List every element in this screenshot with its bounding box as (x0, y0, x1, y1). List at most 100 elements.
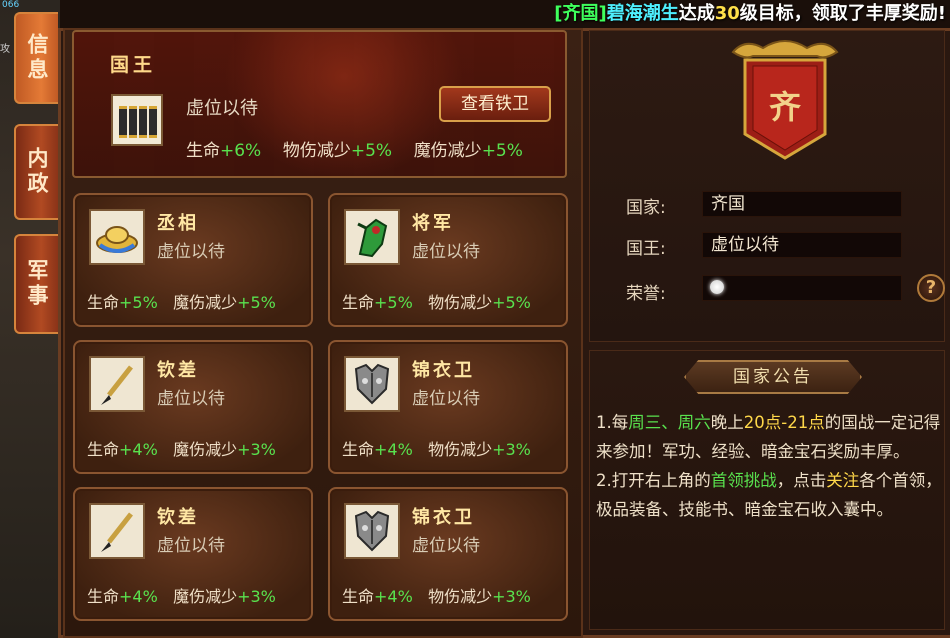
view-guards-button[interactable]: 查看铁卫 (439, 86, 551, 122)
stat-value: +6% (220, 141, 262, 161)
officer-vacant: 虚位以待 (157, 389, 225, 409)
honor-dot-icon (710, 280, 724, 294)
notice-link[interactable]: 首领挑战 (711, 471, 777, 490)
king-card: 国王 虚位以待 生命+6% 物伤减少+5% 魔伤减少+5% 查看铁卫 (72, 30, 567, 178)
officer-stats: 生命+5% 魔伤减少+5% (87, 289, 276, 313)
officer-stats: 生命+4% 物伤减少+3% (342, 436, 531, 460)
stat-value: +3% (492, 587, 531, 606)
stat-value: +5% (119, 293, 158, 312)
stat-label: 生命 (342, 587, 375, 606)
notice-text: 1.每周三、周六晚上20点-21点的国战一定记得来参加！军功、经验、暗金宝石奖励… (596, 408, 944, 524)
notice-title: 国家公告 (684, 360, 862, 394)
officer-card-general[interactable]: 将军 虚位以待 生命+5% 物伤减少+5% (328, 193, 568, 327)
king-vacant: 虚位以待 (186, 98, 258, 119)
notice-text-span: 1.每 (596, 413, 629, 432)
stat-value: +3% (492, 440, 531, 459)
officer-vacant: 虚位以待 (157, 536, 225, 556)
officer-vacant: 虚位以待 (412, 536, 480, 556)
officer-card-chancellor[interactable]: 丞相 虚位以待 生命+5% 魔伤减少+5% (73, 193, 313, 327)
broadcast-player[interactable]: 碧海潮生 (607, 3, 679, 24)
stat-value: +5% (481, 141, 523, 161)
help-icon[interactable]: ? (917, 274, 945, 302)
stat-value: +4% (119, 587, 158, 606)
stat-value: +4% (374, 587, 413, 606)
nation-banner-icon: 齐 (725, 38, 845, 162)
notice-text-span: ，点击 (776, 471, 827, 490)
stat-value: +5% (492, 293, 531, 312)
officer-name: 钦差 (157, 507, 199, 528)
officer-vacant: 虚位以待 (412, 389, 480, 409)
officer-name: 锦衣卫 (412, 360, 475, 381)
country-label: 国家: (626, 198, 666, 218)
stat-label: 物伤减少 (282, 141, 351, 161)
notice-highlight: 关注 (826, 471, 860, 490)
stat-label: 生命 (87, 293, 120, 312)
stat-value: +4% (119, 440, 158, 459)
country-value: 齐国 (702, 191, 902, 217)
officer-name: 丞相 (157, 213, 199, 234)
system-broadcast: [齐国]碧海潮生达成30级目标，领取了丰厚奖励! (554, 0, 946, 30)
notice-text-span: 2.打开右上角的 (596, 471, 711, 490)
stat-label: 生命 (186, 141, 220, 161)
stat-value: +3% (237, 587, 276, 606)
officer-stats: 生命+4% 魔伤减少+3% (87, 583, 276, 607)
gold-ingot-icon (89, 209, 145, 265)
officer-card-guard[interactable]: 锦衣卫 虚位以待 生命+4% 物伤减少+3% (328, 340, 568, 474)
stat-value: +5% (374, 293, 413, 312)
stat-label: 物伤减少 (428, 440, 493, 459)
stat-value: +4% (374, 440, 413, 459)
stat-label: 生命 (87, 440, 120, 459)
notice-paragraph-1: 1.每周三、周六晚上20点-21点的国战一定记得来参加！军功、经验、暗金宝石奖励… (596, 408, 944, 466)
officer-name: 锦衣卫 (412, 507, 475, 528)
stat-label: 魔伤减少 (173, 440, 238, 459)
tab-info[interactable]: 信息 (14, 12, 58, 104)
corner-text: 066 (2, 0, 20, 10)
stat-label: 魔伤减少 (173, 293, 238, 312)
nation-banner-char: 齐 (768, 88, 801, 126)
honor-value (702, 275, 902, 301)
stat-label: 生命 (342, 440, 375, 459)
green-gauntlet-icon (344, 209, 400, 265)
broadcast-level: 30 (714, 3, 740, 24)
notice-highlight: 周三、周六 (628, 413, 711, 432)
officer-vacant: 虚位以待 (157, 242, 225, 262)
honor-label: 荣誉: (626, 284, 666, 304)
king-title: 国王 (110, 54, 157, 76)
armor-icon (344, 356, 400, 412)
officer-stats: 生命+4% 物伤减少+3% (342, 583, 531, 607)
officer-stats: 生命+5% 物伤减少+5% (342, 289, 531, 313)
corner-text-2: 攻 (0, 44, 10, 55)
stat-label: 魔伤减少 (173, 587, 238, 606)
officer-name: 将军 (412, 213, 454, 234)
king-value: 虚位以待 (702, 232, 902, 258)
broadcast-text: 级目标，领取了丰厚奖励! (739, 3, 946, 24)
stat-value: +3% (237, 440, 276, 459)
stat-value: +5% (350, 141, 393, 161)
stat-label: 物伤减少 (428, 293, 493, 312)
brush-icon (89, 503, 145, 559)
notice-text-span: 晚上 (710, 413, 744, 432)
broadcast-country: 齐国 (562, 3, 599, 24)
officer-card-envoy[interactable]: 钦差 虚位以待 生命+4% 魔伤减少+3% (73, 487, 313, 621)
tab-internal-affairs[interactable]: 内政 (14, 124, 58, 220)
stat-value: +5% (237, 293, 276, 312)
stat-label: 生命 (342, 293, 375, 312)
officer-stats: 生命+4% 魔伤减少+3% (87, 436, 276, 460)
broadcast-text: 达成 (678, 3, 715, 24)
officer-card-envoy[interactable]: 钦差 虚位以待 生命+4% 魔伤减少+3% (73, 340, 313, 474)
king-label: 国王: (626, 239, 666, 259)
brush-icon (89, 356, 145, 412)
armor-icon (344, 503, 400, 559)
notice-paragraph-2: 2.打开右上角的首领挑战，点击关注各个首领，极品装备、技能书、暗金宝石收入囊中。 (596, 466, 944, 524)
officer-card-guard[interactable]: 锦衣卫 虚位以待 生命+4% 物伤减少+3% (328, 487, 568, 621)
notice-highlight: 20点-21点 (743, 413, 825, 432)
officer-vacant: 虚位以待 (412, 242, 480, 262)
stat-label: 魔伤减少 (413, 141, 482, 161)
king-stats: 生命+6% 物伤减少+5% 魔伤减少+5% (186, 136, 523, 161)
stat-label: 生命 (87, 587, 120, 606)
stat-label: 物伤减少 (428, 587, 493, 606)
broadcast-bracket: ] (598, 3, 607, 24)
officer-name: 钦差 (157, 360, 199, 381)
book-icon (111, 94, 163, 146)
tab-military[interactable]: 军事 (14, 234, 58, 334)
